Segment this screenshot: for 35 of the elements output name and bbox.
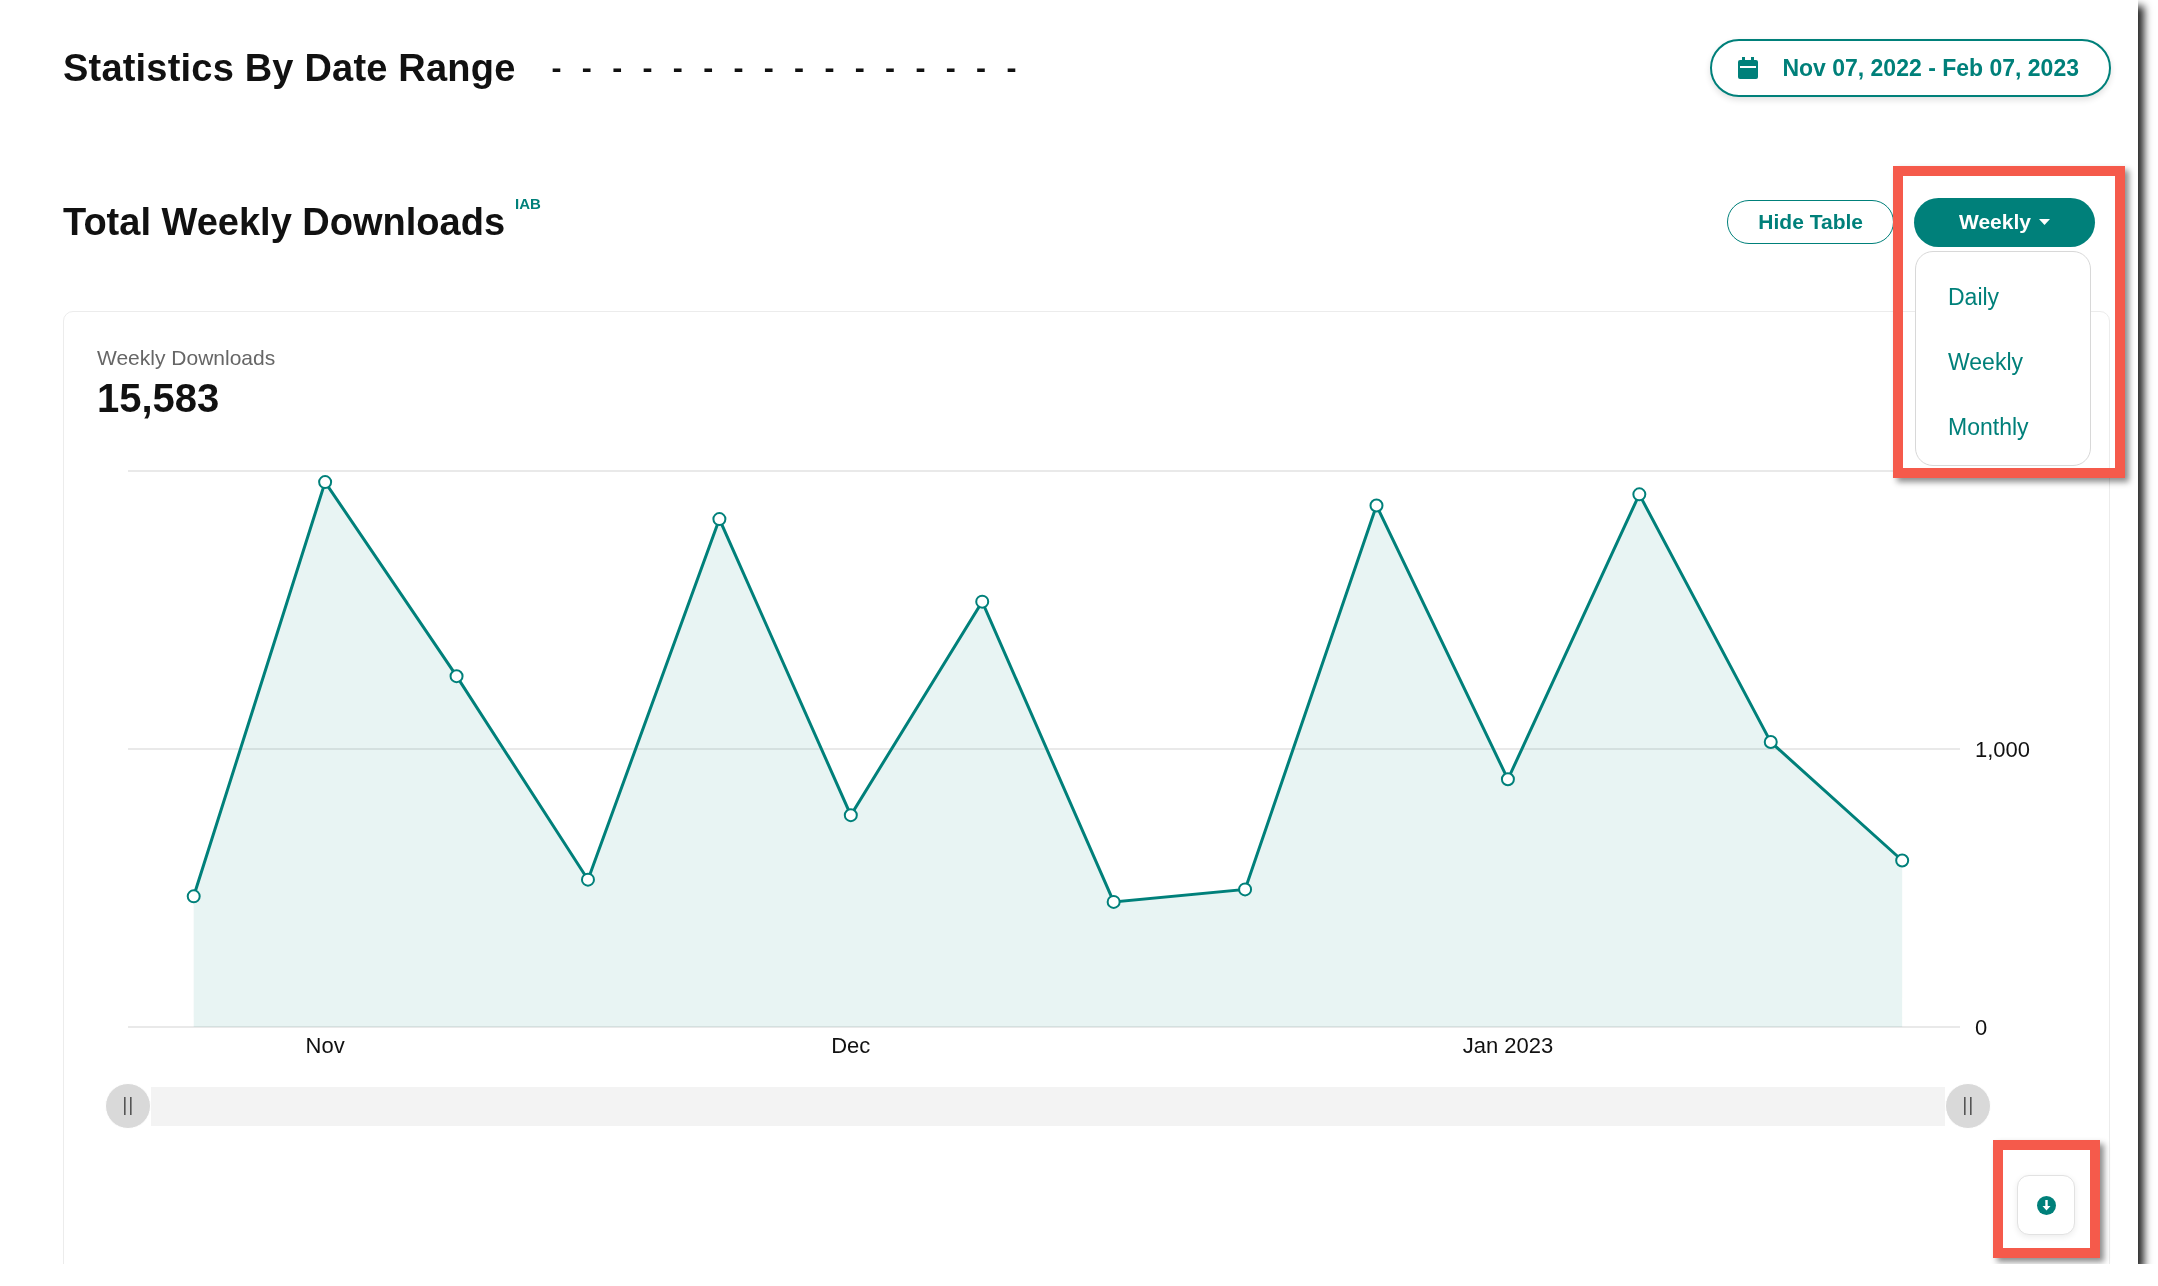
download-icon	[2036, 1195, 2056, 1215]
hide-table-button[interactable]: Hide Table	[1727, 200, 1894, 244]
data-point	[449, 669, 464, 684]
caret-icon	[2039, 219, 2050, 225]
x-axis-label: Nov	[305, 1033, 345, 1058]
y-axis-label: 0	[1975, 1015, 1988, 1040]
data-point	[1369, 498, 1384, 513]
date-range-button[interactable]: Nov 07, 2022 - Feb 07, 2023	[1710, 39, 2111, 97]
data-point	[975, 594, 990, 609]
menu-item[interactable]: Daily	[1916, 264, 2090, 330]
menu-item[interactable]: Monthly	[1916, 394, 2090, 460]
section-title: Total Weekly Downloads	[63, 200, 505, 244]
menu-item[interactable]: Weekly	[1916, 329, 2090, 395]
redacted-text: - - - - - - - - - - - - - - - -	[551, 51, 1023, 85]
download-button[interactable]	[2017, 1175, 2075, 1235]
period-dropdown-button[interactable]: Weekly	[1914, 197, 2095, 247]
page-title: Statistics By Date Range	[63, 46, 516, 90]
data-point	[1895, 853, 1910, 868]
package-label: IAB	[515, 195, 541, 212]
calendar-icon	[1738, 57, 1759, 79]
data-point	[1632, 487, 1647, 502]
data-point	[1500, 772, 1515, 787]
series-label: Weekly Downloads	[97, 346, 276, 370]
metric-value: 15,583	[97, 376, 220, 421]
x-axis-label: Dec	[831, 1033, 871, 1058]
y-axis-label: 1,000	[1975, 737, 2031, 762]
data-point	[580, 872, 595, 887]
data-point	[186, 889, 201, 904]
data-point	[843, 808, 858, 823]
data-point	[318, 475, 333, 490]
data-point	[1106, 894, 1121, 909]
data-point	[712, 512, 727, 527]
data-point	[1238, 882, 1253, 897]
x-axis-label: Jan 2023	[1462, 1033, 1554, 1058]
data-point	[1763, 735, 1778, 750]
